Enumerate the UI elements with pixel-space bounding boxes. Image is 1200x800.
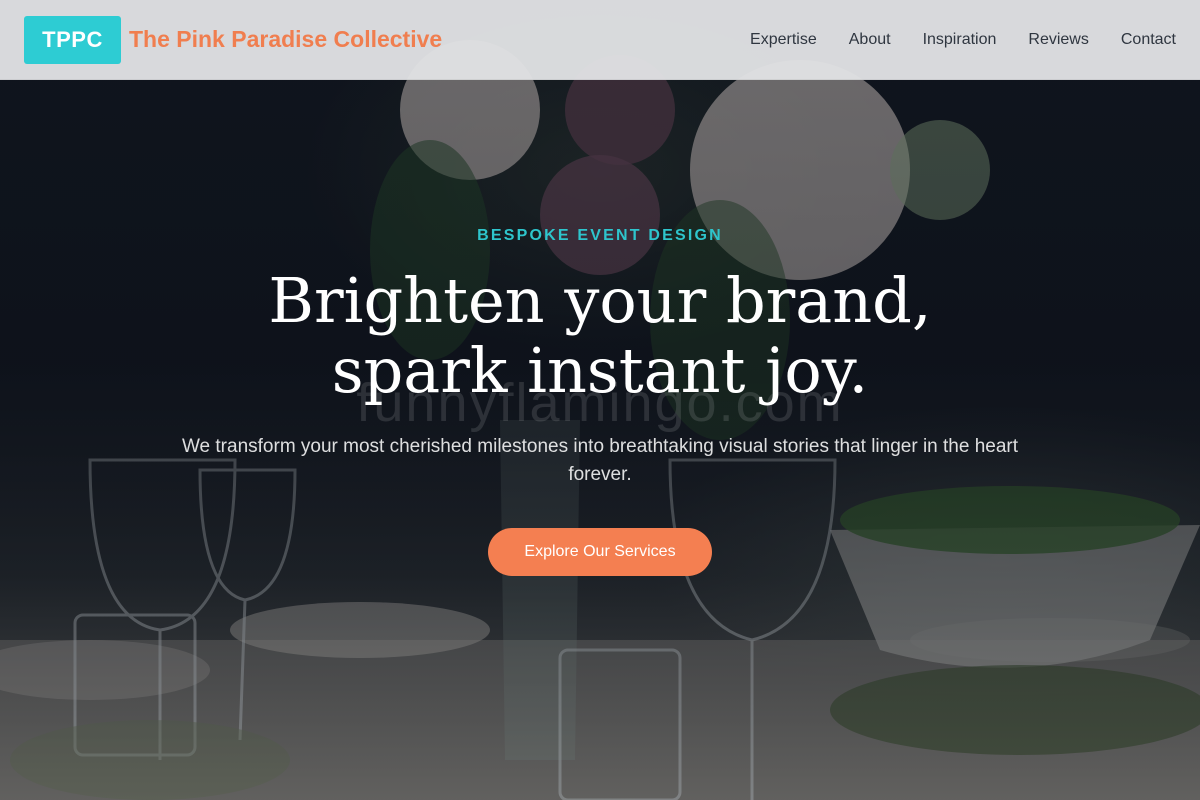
logo-badge[interactable]: TPPC (24, 15, 121, 64)
nav-item-contact[interactable]: Contact (1121, 31, 1176, 49)
hero-subtext: We transform your most cherished milesto… (181, 436, 1019, 485)
hero-eyebrow: BESPOKE EVENT DESIGN (477, 227, 723, 244)
nav-item-reviews[interactable]: Reviews (1028, 31, 1088, 49)
headline-line-1: Brighten your brand, (268, 264, 932, 337)
main-nav: Expertise About Inspiration Reviews Cont… (750, 31, 1176, 49)
headline-line-2: spark instant joy. (331, 334, 869, 407)
brand-name[interactable]: The Pink Paradise Collective (129, 26, 442, 53)
nav-item-expertise[interactable]: Expertise (750, 31, 817, 49)
nav-item-about[interactable]: About (849, 31, 891, 49)
nav-item-inspiration[interactable]: Inspiration (923, 31, 997, 49)
explore-services-button[interactable]: Explore Our Services (488, 528, 712, 576)
site-header: TPPC The Pink Paradise Collective Expert… (0, 0, 1200, 80)
hero-headline: Brighten your brand, spark instant joy. (0, 266, 1200, 406)
